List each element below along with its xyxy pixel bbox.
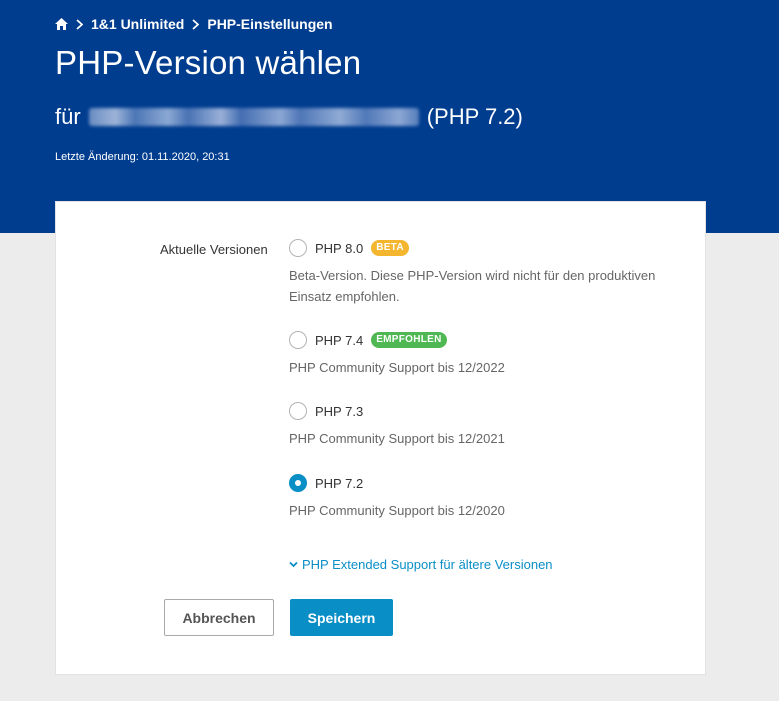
option-description: PHP Community Support bis 12/2022 (289, 360, 505, 375)
radio-php-7-4[interactable] (289, 331, 307, 349)
recommended-badge: EMPFOHLEN (371, 332, 447, 348)
chevron-down-icon (289, 561, 298, 568)
option-description: PHP Community Support bis 12/2021 (289, 431, 505, 446)
subtitle-current-version: (PHP 7.2) (426, 104, 523, 129)
option-description: PHP Community Support bis 12/2020 (289, 503, 505, 518)
chevron-right-icon (192, 18, 200, 30)
subtitle-prefix: für (55, 104, 81, 129)
save-button[interactable]: Speichern (290, 599, 393, 636)
radio-php-7-2[interactable] (289, 474, 307, 492)
redacted-domain (88, 108, 419, 126)
beta-badge: BETA (371, 240, 409, 256)
breadcrumb: 1&1 Unlimited PHP-Einstellungen (55, 16, 333, 32)
option-label: PHP 8.0 (315, 240, 364, 256)
page-title: PHP-Version wählen (55, 44, 362, 81)
chevron-right-icon (76, 18, 83, 30)
breadcrumb-item-unlimited[interactable]: 1&1 Unlimited (91, 16, 184, 32)
extended-support-link[interactable]: PHP Extended Support für ältere Versione… (289, 557, 553, 572)
cancel-button[interactable]: Abbrechen (164, 599, 274, 636)
php-version-form: Aktuelle Versionen PHP 8.0 BETA Beta-Ver… (55, 201, 706, 675)
page-subtitle: für (PHP 7.2) (55, 104, 523, 130)
last-change-timestamp: Letzte Änderung: 01.11.2020, 20:31 (55, 151, 230, 163)
option-php-7-2[interactable]: PHP 7.2 PHP Community Support bis 12/202… (289, 473, 689, 521)
option-php-8-0[interactable]: PHP 8.0 BETA Beta-Version. Diese PHP-Ver… (289, 238, 689, 307)
option-php-7-3[interactable]: PHP 7.3 PHP Community Support bis 12/202… (289, 401, 689, 449)
option-label: PHP 7.2 (315, 475, 364, 491)
option-description: Beta-Version. Diese PHP-Version wird nic… (289, 268, 656, 304)
page-header: 1&1 Unlimited PHP-Einstellungen PHP-Vers… (0, 0, 779, 233)
option-php-7-4[interactable]: PHP 7.4 EMPFOHLEN PHP Community Support … (289, 330, 689, 378)
extended-support-label: PHP Extended Support für ältere Versione… (302, 557, 553, 572)
field-label: Aktuelle Versionen (160, 242, 268, 257)
radio-php-7-3[interactable] (289, 402, 307, 420)
option-label: PHP 7.3 (315, 403, 364, 419)
home-icon[interactable] (55, 18, 68, 30)
radio-php-8-0[interactable] (289, 239, 307, 257)
option-label: PHP 7.4 (315, 332, 364, 348)
breadcrumb-item-php-settings[interactable]: PHP-Einstellungen (207, 16, 332, 32)
